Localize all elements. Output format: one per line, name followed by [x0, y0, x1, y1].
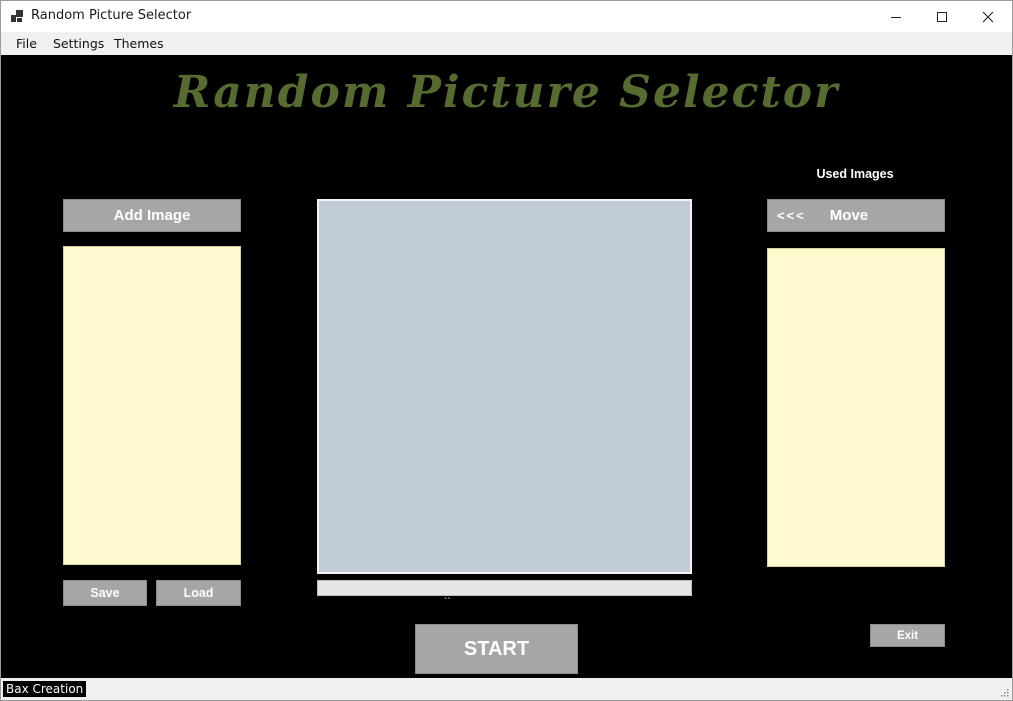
- status-label: Bax Creation: [3, 681, 87, 697]
- move-arrows: <<<: [777, 208, 806, 223]
- save-button[interactable]: Save: [63, 580, 147, 606]
- title-bar[interactable]: Random Picture Selector: [1, 1, 1012, 32]
- minimize-button[interactable]: [873, 1, 919, 32]
- maximize-icon: [937, 11, 947, 22]
- used-images-list[interactable]: [767, 248, 945, 567]
- maximize-button[interactable]: [919, 1, 965, 32]
- move-label: Move: [829, 207, 869, 224]
- status-bar: Bax Creation: [1, 678, 1012, 700]
- window-title: Random Picture Selector: [31, 8, 192, 23]
- menu-file[interactable]: File: [16, 36, 37, 51]
- app-icon: [11, 10, 23, 22]
- menu-bar: File Settings Themes: [1, 32, 1012, 55]
- add-image-button[interactable]: Add Image: [63, 199, 241, 232]
- progress-bar: [317, 580, 692, 596]
- menu-settings[interactable]: Settings: [53, 36, 104, 51]
- menu-themes[interactable]: Themes: [114, 36, 164, 51]
- resize-grip-icon[interactable]: [999, 687, 1009, 697]
- used-images-label: Used Images: [816, 167, 894, 181]
- progress-caption: ``: [444, 597, 451, 608]
- load-button[interactable]: Load: [156, 580, 241, 606]
- picture-box: [317, 199, 692, 574]
- app-window: Random Picture Selector File Settings Th…: [0, 0, 1013, 701]
- image-list[interactable]: [63, 246, 241, 565]
- move-button[interactable]: <<< Move: [767, 199, 945, 232]
- exit-button[interactable]: Exit: [870, 624, 945, 647]
- minimize-icon: [891, 16, 901, 18]
- main-panel: Random Picture Selector Add Image Save L…: [1, 55, 1012, 678]
- start-button[interactable]: START: [415, 624, 578, 674]
- close-icon: [982, 11, 994, 22]
- app-heading: Random Picture Selector: [173, 67, 840, 118]
- close-button[interactable]: [965, 1, 1011, 32]
